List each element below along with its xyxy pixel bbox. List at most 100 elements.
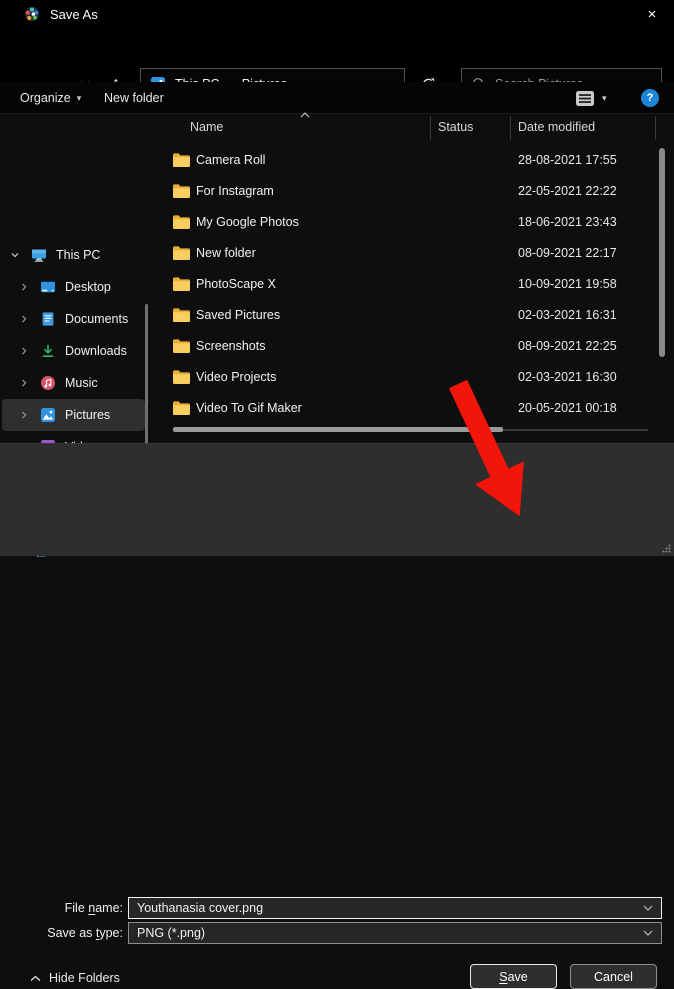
sidebar-item-label: Desktop [65,280,111,294]
sidebar-item-label: Documents [65,312,128,326]
downloads-icon [40,343,56,359]
file-date: 18-06-2021 23:43 [518,215,617,229]
organize-caret-icon: ▾ [77,93,82,104]
file-name: Video To Gif Maker [196,401,302,415]
chevron-down-icon[interactable] [10,250,20,260]
new-folder-label: New folder [104,91,164,105]
column-header-status[interactable]: Status [438,120,473,134]
list-header: Name Status Date modified [160,115,674,141]
organize-button[interactable]: Organize ▾ [20,82,81,114]
folder-icon [173,339,190,353]
file-row-screenshots[interactable]: Screenshots 08-09-2021 22:25 [160,331,674,362]
resize-grip-icon[interactable] [662,544,671,553]
chevron-right-icon[interactable] [19,410,29,420]
file-row-video-projects[interactable]: Video Projects 02-03-2021 16:30 [160,362,674,393]
file-row-for-instagram[interactable]: For Instagram 22-05-2021 22:22 [160,176,674,207]
column-header-date-modified[interactable]: Date modified [518,120,595,134]
new-folder-button[interactable]: New folder [104,82,164,114]
save-type-label-post: ype: [99,926,123,940]
title-bar: Save As × [0,0,674,28]
file-row-camera-roll[interactable]: Camera Roll 28-08-2021 17:55 [160,145,674,176]
file-row-video-to-gif-maker[interactable]: Video To Gif Maker 20-05-2021 00:18 [160,393,674,424]
folder-icon [173,215,190,229]
file-date: 22-05-2021 22:22 [518,184,617,198]
file-row-photoscape-x[interactable]: PhotoScape X 10-09-2021 19:58 [160,269,674,300]
file-name-input[interactable] [137,901,643,915]
help-icon[interactable]: ? [641,89,659,107]
cancel-button[interactable]: Cancel [570,964,657,989]
this-pc-icon [31,247,47,263]
file-date: 10-09-2021 19:58 [518,277,617,291]
file-name-dropdown-chevron-icon[interactable] [643,905,653,911]
file-row-my-google-photos[interactable]: My Google Photos 18-06-2021 23:43 [160,207,674,238]
column-divider[interactable] [655,116,656,140]
list-horizontal-scrollbar[interactable] [173,427,503,432]
folder-icon [173,370,190,384]
file-name-label-post: ame: [95,901,123,915]
folder-icon [173,184,190,198]
save-as-dialog: { "window": { "title": "Save As", "close… [0,0,674,556]
view-caret-icon[interactable]: ▾ [602,82,607,114]
column-divider[interactable] [430,116,431,140]
file-name: Video Projects [196,370,276,384]
navigation-bar: ← → ↑ This PC › Pictures [0,28,674,82]
file-date: 20-05-2021 00:18 [518,401,617,415]
close-icon[interactable]: × [630,0,674,28]
file-name: Saved Pictures [196,308,280,322]
view-details-button[interactable] [576,82,594,114]
sidebar-item-this-pc[interactable]: This PC [0,239,155,271]
sidebar-item-label: Music [65,376,98,390]
column-header-name[interactable]: Name [190,120,223,134]
save-as-type-select[interactable]: PNG (*.png) [128,922,662,944]
file-name: For Instagram [196,184,274,198]
chevron-right-icon[interactable] [19,378,29,388]
save-label-post: ave [508,970,528,984]
organize-label: Organize [20,91,71,105]
hide-folders-label: Hide Folders [49,971,120,985]
pictures-icon [40,407,56,423]
sidebar-item-desktop[interactable]: Desktop [0,271,155,303]
folder-icon [173,246,190,260]
sidebar-item-documents[interactable]: Documents [0,303,155,335]
sort-ascending-icon [300,112,310,118]
music-icon [40,375,56,391]
file-date: 08-09-2021 22:25 [518,339,617,353]
app-icon [24,6,40,22]
folder-icon [173,401,190,415]
file-name: My Google Photos [196,215,299,229]
save-as-type-value: PNG (*.png) [137,926,643,940]
file-row-saved-pictures[interactable]: Saved Pictures 02-03-2021 16:31 [160,300,674,331]
folder-icon [173,153,190,167]
folder-icon [173,277,190,291]
folder-icon [173,308,190,322]
folder-tree-sidebar: This PC Desktop Documents Downloads Musi… [0,114,155,443]
file-name: PhotoScape X [196,277,276,291]
hide-folders-button[interactable]: Hide Folders [30,971,120,985]
sidebar-item-label: Downloads [65,344,127,358]
cancel-label: Cancel [594,970,633,984]
sidebar-item-label: This PC [56,248,100,262]
save-type-dropdown-chevron-icon[interactable] [643,930,653,936]
file-date: 02-03-2021 16:30 [518,370,617,384]
chevron-right-icon[interactable] [19,346,29,356]
view-details-icon [576,91,594,106]
file-name-combobox[interactable] [128,897,662,919]
sidebar-item-label: Pictures [65,408,110,422]
footer-panel: File name: Save as type: PNG (*.png) Hid… [0,443,674,556]
file-date: 08-09-2021 22:17 [518,246,617,260]
sidebar-item-pictures[interactable]: Pictures [0,399,155,431]
file-name: Screenshots [196,339,265,353]
save-label-accel: S [499,970,507,984]
sidebar-item-downloads[interactable]: Downloads [0,335,155,367]
chevron-right-icon[interactable] [19,282,29,292]
save-button[interactable]: Save [470,964,557,989]
sidebar-item-music[interactable]: Music [0,367,155,399]
column-divider[interactable] [510,116,511,140]
chevron-right-icon[interactable] [19,314,29,324]
file-name: Camera Roll [196,153,265,167]
save-as-type-label: Save as type: [0,926,123,940]
file-name: New folder [196,246,256,260]
toolbar: Organize ▾ New folder ▾ ? [0,82,674,114]
file-row-new-folder[interactable]: New folder 08-09-2021 22:17 [160,238,674,269]
list-vertical-scrollbar[interactable] [659,148,665,357]
